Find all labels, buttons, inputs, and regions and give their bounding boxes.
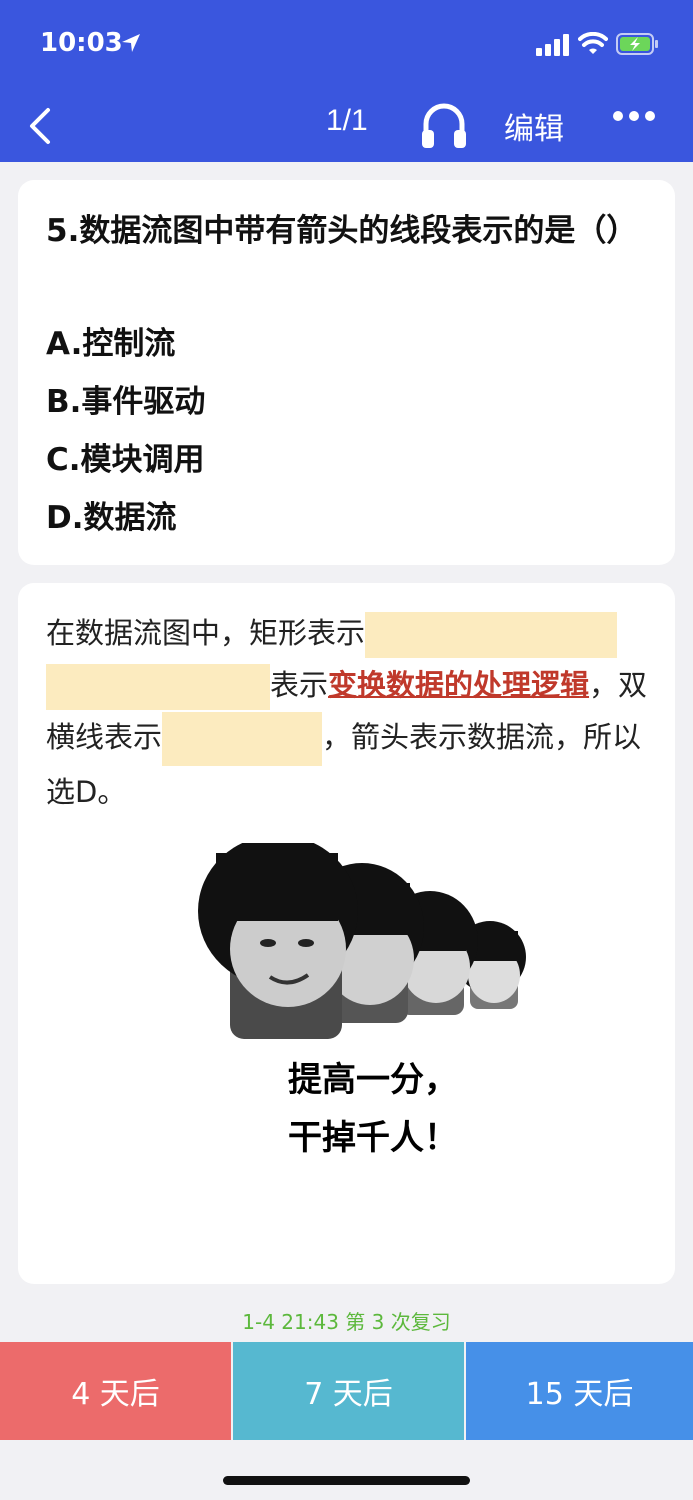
edit-button[interactable]: 编辑	[504, 104, 564, 148]
question-title: 5.数据流图中带有箭头的线段表示的是（）	[46, 213, 638, 249]
explanation-part-2: 表示	[270, 668, 329, 702]
battery-charging-icon	[616, 33, 658, 55]
explanation-text: 在数据流图中，矩形表示 表示变换数据的处理逻辑，双横线表示 ，箭头表示数据流，所以…	[46, 607, 656, 818]
meme-caption-2: 干掉千人！	[288, 1118, 458, 1158]
answer-card: 在数据流图中，矩形表示 表示变换数据的处理逻辑，双横线表示 ，箭头表示数据流，所以…	[18, 583, 675, 1284]
page-counter: 1/1	[326, 104, 368, 137]
location-arrow-icon	[122, 34, 140, 52]
more-icon[interactable]	[612, 110, 656, 122]
option-b: B.事件驱动	[46, 384, 206, 420]
meme-caption-1: 提高一分，	[288, 1060, 458, 1100]
review-7-days-button[interactable]: 7 天后	[233, 1342, 464, 1440]
option-d: D.数据流	[46, 500, 177, 536]
interval-buttons: 4 天后 7 天后 15 天后	[0, 1342, 693, 1440]
status-bar: 10:03	[0, 0, 693, 90]
cloze-blank-1[interactable]	[365, 612, 618, 658]
meme-image: 提高一分， 干掉千人！	[178, 843, 548, 1183]
explanation-part-1: 在数据流图中，矩形表示	[46, 616, 366, 650]
cellular-signal-icon	[536, 34, 569, 56]
question-card: 5.数据流图中带有箭头的线段表示的是（） A.控制流 B.事件驱动 C.模块调用…	[18, 180, 675, 565]
wifi-icon	[578, 32, 608, 54]
review-15-days-button[interactable]: 15 天后	[466, 1342, 693, 1440]
nav-bar: 1/1 编辑	[0, 90, 693, 162]
review-4-days-button[interactable]: 4 天后	[0, 1342, 231, 1440]
cloze-blank-2[interactable]	[46, 664, 270, 710]
headphones-icon[interactable]	[420, 100, 468, 150]
home-indicator[interactable]	[223, 1476, 470, 1485]
option-a: A.控制流	[46, 326, 176, 362]
back-chevron-icon[interactable]	[26, 104, 56, 148]
option-c: C.模块调用	[46, 442, 205, 478]
status-time: 10:03	[40, 28, 123, 58]
top-bar: 10:03 1/1 编辑	[0, 0, 693, 162]
review-info: 1-4 21:43 第 3 次复习	[242, 1310, 451, 1334]
highlight-answer: 变换数据的处理逻辑	[328, 668, 590, 702]
cloze-blank-3[interactable]	[162, 712, 323, 766]
